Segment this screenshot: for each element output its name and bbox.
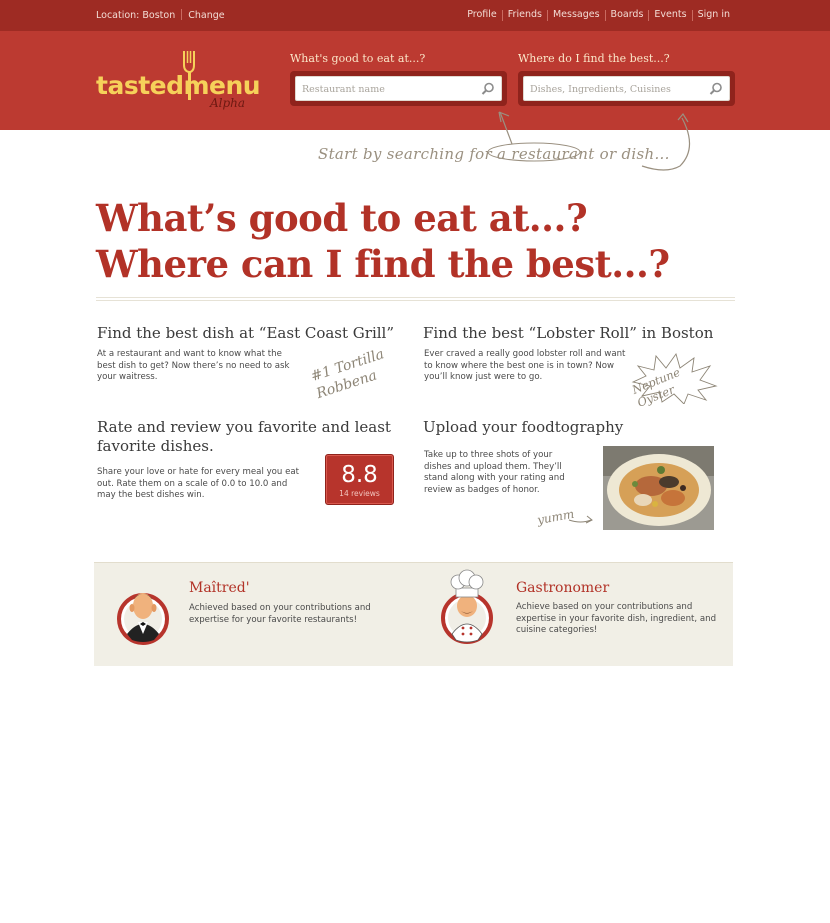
search-hint: Start by searching for a restaurant or d…	[318, 145, 670, 163]
headline-line2: Where can I find the best...?	[96, 242, 670, 286]
logo-alpha: Alpha	[210, 96, 246, 110]
feature-title-best-dish: Find the best dish at “East Coast Grill”	[97, 324, 395, 342]
feature-text-upload: Take up to three shots of your dishes an…	[424, 450, 565, 495]
search-icon[interactable]	[709, 82, 723, 96]
nav-friends[interactable]: Friends	[508, 9, 542, 21]
badge-text-maitred: Achieved based on your contributions and…	[189, 603, 371, 625]
feature-text-lobster: Ever craved a really good lobster roll a…	[424, 349, 626, 382]
headline-line1: What’s good to eat at...?	[96, 196, 588, 240]
divider	[546, 10, 548, 21]
badge-title-maitred: Maîtred'	[189, 580, 250, 596]
rating-badge: 8.8 14 reviews	[325, 454, 394, 505]
badge-title-gastronomer: Gastronomer	[516, 580, 610, 596]
search-dish-box	[523, 76, 730, 101]
nav-boards[interactable]: Boards	[611, 9, 644, 21]
badge-text-gastronomer: Achieve based on your contributions and …	[516, 602, 717, 635]
badges-panel: Maîtred' Achieved based on your contribu…	[94, 562, 733, 666]
arrow-icon	[568, 515, 593, 524]
location-area: Location: Boston Change	[96, 9, 225, 21]
divider	[604, 10, 606, 21]
nav-profile[interactable]: Profile	[467, 9, 497, 21]
search-dish	[518, 71, 735, 106]
divider	[96, 297, 735, 301]
divider	[181, 9, 183, 20]
headline: What’s good to eat at...? Where can I fi…	[96, 195, 670, 287]
divider	[691, 10, 693, 21]
food-photo	[603, 446, 714, 530]
rating-score: 8.8	[341, 462, 378, 488]
nav-sign-in[interactable]: Sign in	[698, 9, 730, 21]
location-label: Location: Boston	[96, 10, 176, 21]
feature-title-lobster: Find the best “Lobster Roll” in Boston	[423, 324, 714, 342]
feature-title-upload: Upload your foodtography	[423, 418, 624, 436]
logo[interactable]: tastedmenu Alpha	[96, 51, 266, 111]
rating-reviews: 14 reviews	[339, 489, 380, 498]
feature-text-rate: Share your love or hate for every meal y…	[97, 467, 300, 500]
search-dish-label: Where do I find the best...?	[518, 52, 670, 65]
feature-text-best-dish: At a restaurant and want to know what th…	[97, 349, 290, 382]
top-nav: Profile Friends Messages Boards Events S…	[467, 9, 730, 21]
restaurant-search-input[interactable]	[296, 78, 466, 101]
nav-events[interactable]: Events	[654, 9, 686, 21]
search-restaurant-box	[295, 76, 502, 101]
feature-script-tortilla: #1 Tortilla Robbena	[308, 346, 387, 403]
dish-search-input[interactable]	[524, 78, 694, 101]
maitred-icon	[117, 593, 169, 645]
search-restaurant-label: What's good to eat at...?	[290, 52, 426, 65]
nav-messages[interactable]: Messages	[553, 9, 600, 21]
search-restaurant	[290, 71, 507, 106]
top-bar: Location: Boston Change Profile Friends M…	[0, 0, 830, 31]
search-icon[interactable]	[481, 82, 495, 96]
chef-icon	[441, 569, 493, 644]
change-location-link[interactable]: Change	[188, 10, 224, 21]
divider	[501, 10, 503, 21]
feature-title-rate: Rate and review you favorite and least f…	[97, 418, 391, 455]
hint-arrows	[487, 111, 691, 171]
fork-icon	[183, 51, 195, 100]
divider	[648, 10, 650, 21]
